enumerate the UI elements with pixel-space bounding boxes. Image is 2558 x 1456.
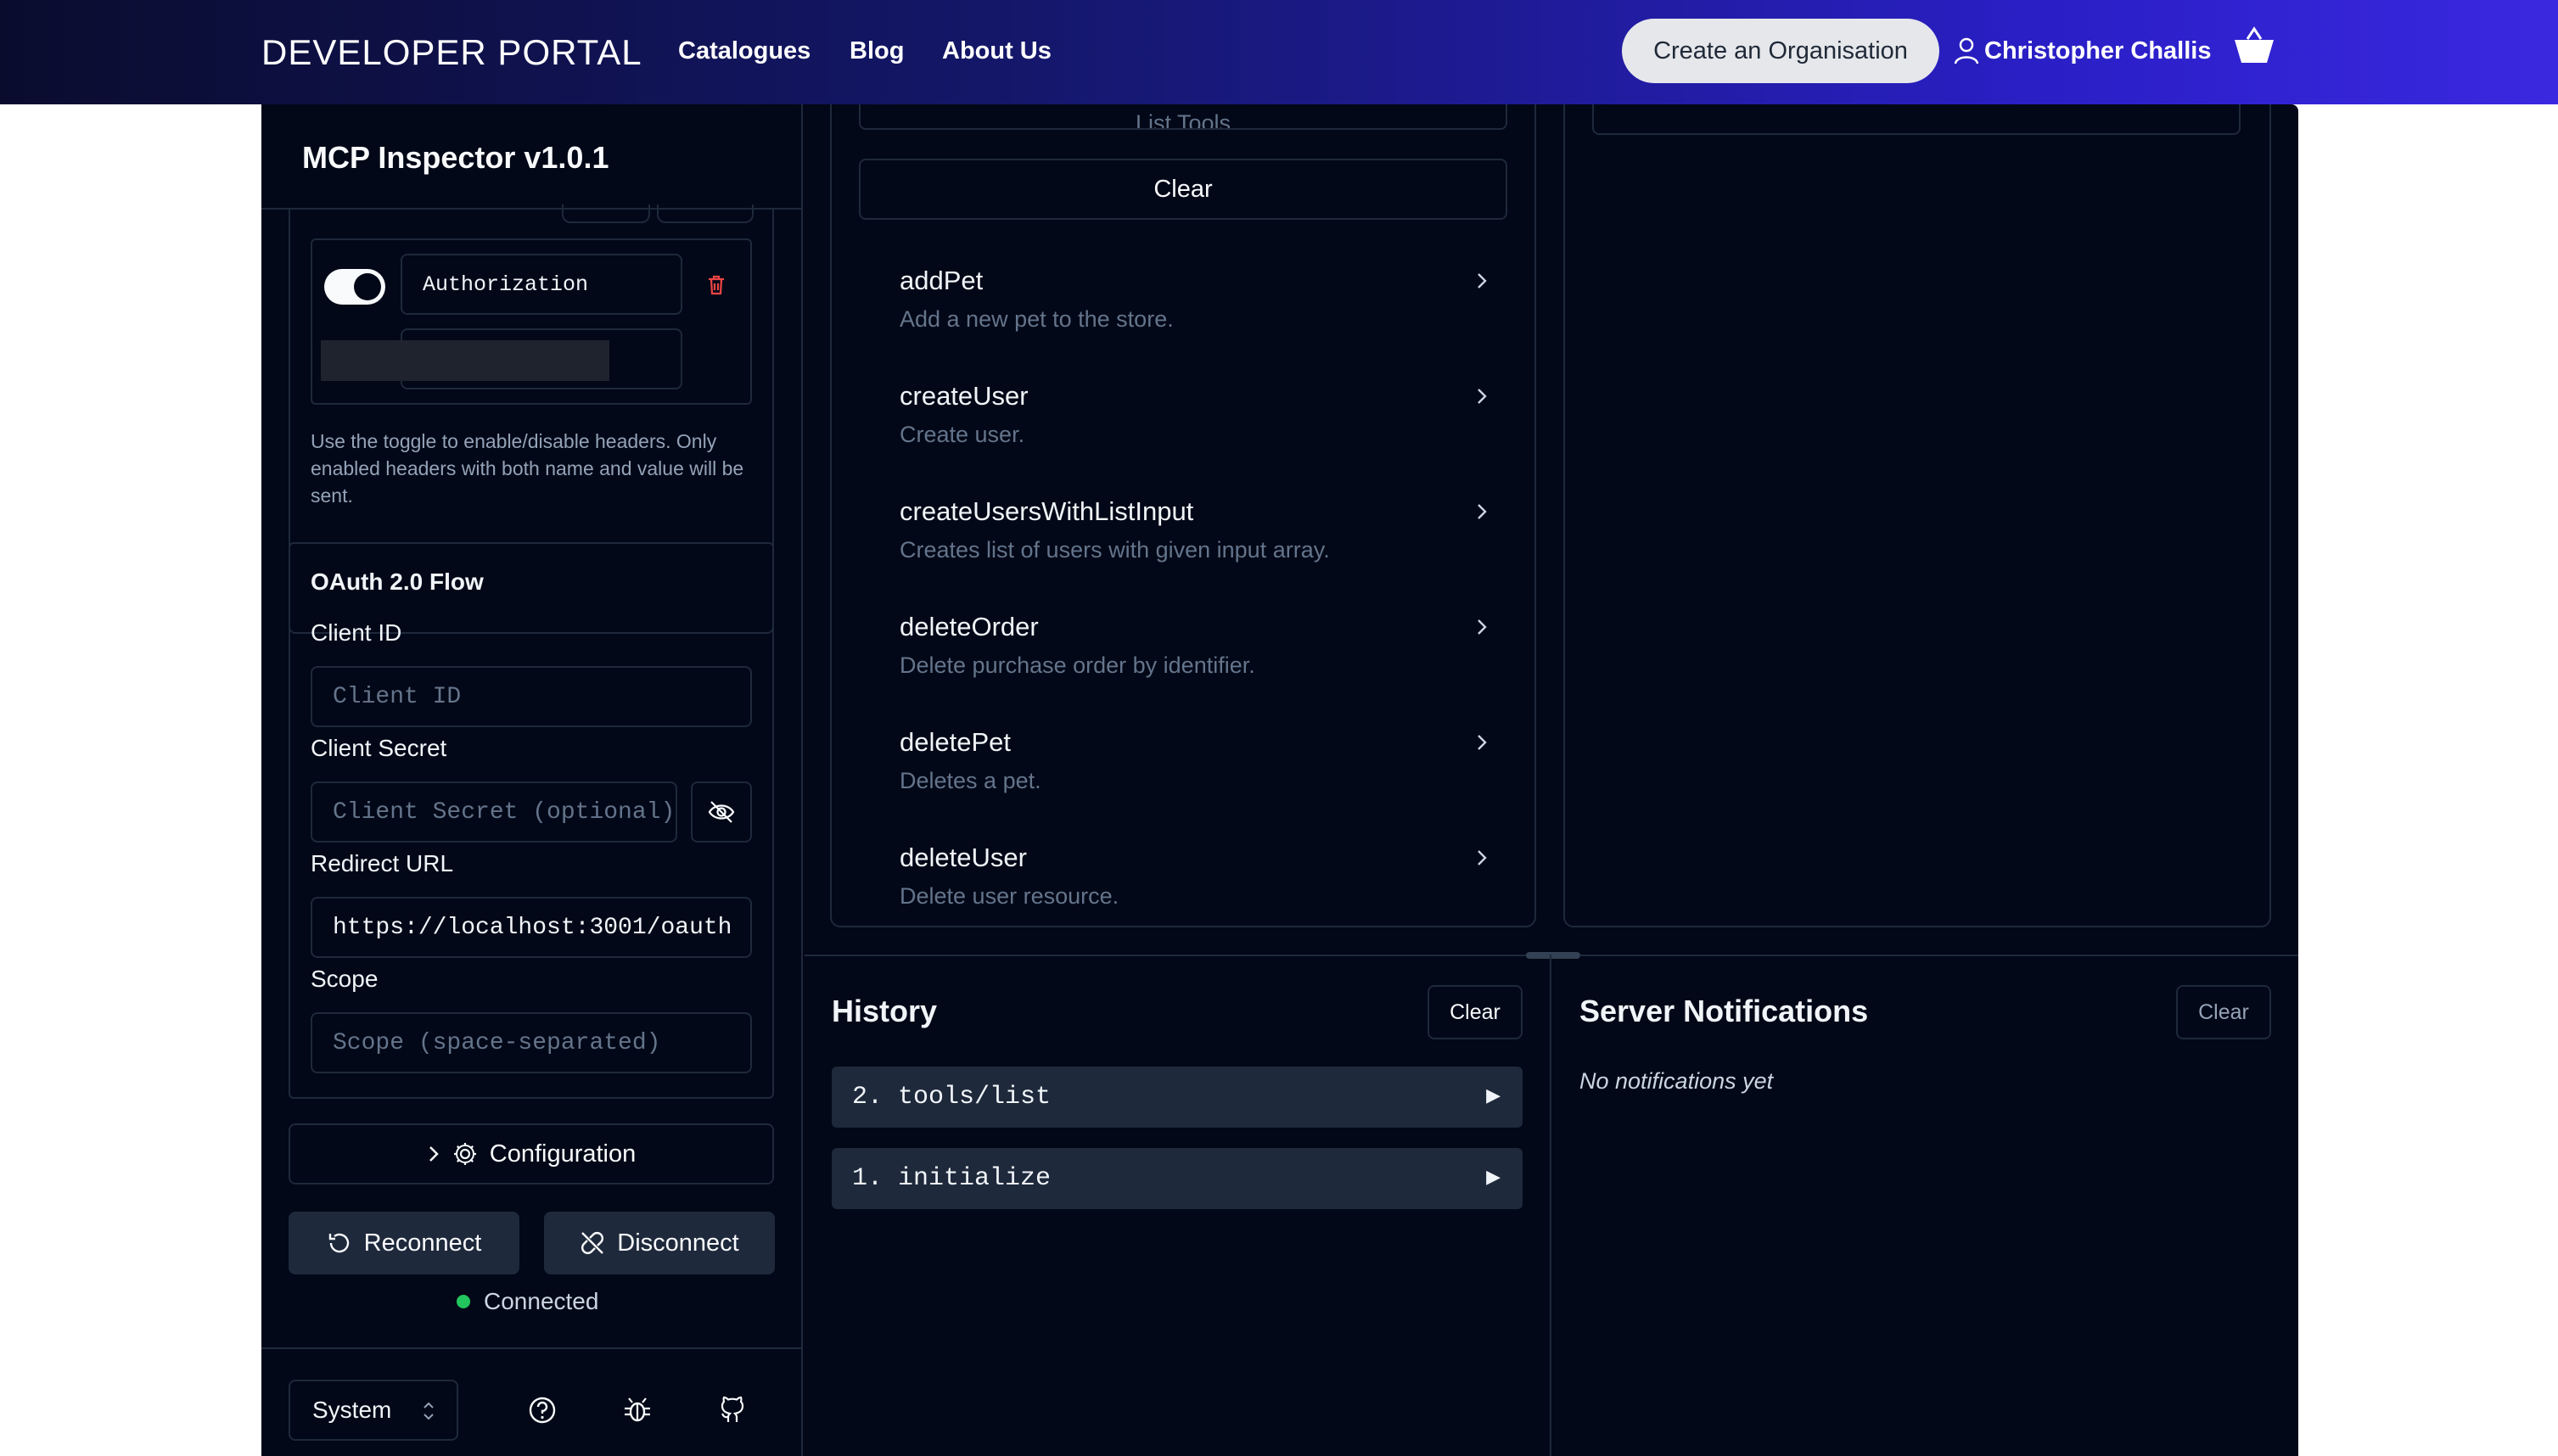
refresh-icon [327, 1230, 352, 1256]
tool-name: addPet [900, 266, 984, 295]
result-input-partial[interactable] [1592, 104, 2241, 135]
toggle-secret-visibility-button[interactable] [691, 781, 752, 843]
headers-hint-text: Use the toggle to enable/disable headers… [311, 430, 744, 507]
chevron-right-icon [1470, 615, 1494, 639]
create-organisation-button[interactable]: Create an Organisation [1622, 19, 1939, 83]
theme-select-value: System [312, 1397, 392, 1423]
reconnect-button[interactable]: Reconnect [289, 1212, 519, 1274]
expand-triangle-icon: ▶ [1486, 1167, 1501, 1188]
mcp-inspector-app: MCP Inspector v1.0.1 Authorization Use t… [261, 104, 2298, 1456]
header-name-input[interactable]: Authorization [401, 254, 682, 315]
status-dot [457, 1295, 470, 1308]
scope-input[interactable]: Scope (space-separated) [311, 1012, 752, 1073]
tool-description: Delete user resource. [900, 883, 1119, 909]
tool-result-panel [1563, 104, 2271, 927]
tool-item-deleteuser[interactable]: deleteUser Delete user resource. [900, 843, 1494, 912]
tool-description: Add a new pet to the store. [900, 306, 1174, 332]
tools-clear-button[interactable]: Clear [859, 159, 1507, 220]
history-item-label: 2. tools/list [852, 1083, 1052, 1112]
tool-name: deleteUser [900, 843, 1027, 872]
theme-select[interactable]: System [289, 1380, 458, 1441]
tool-item-deletepet[interactable]: deletePet Deletes a pet. [900, 727, 1494, 794]
eye-off-icon [708, 800, 735, 824]
scope-label: Scope [311, 966, 379, 992]
configuration-toggle-button[interactable]: Configuration [289, 1123, 774, 1184]
vertical-divider [1550, 955, 1551, 1456]
tool-description: Create user. [900, 422, 1025, 447]
redacted-value-mask [321, 340, 609, 381]
client-id-input[interactable]: Client ID [311, 666, 752, 727]
brand-logo[interactable]: DEVELOPER PORTAL [261, 32, 642, 73]
tool-name: createUser [900, 381, 1029, 411]
app-title: MCP Inspector v1.0.1 [302, 140, 609, 175]
chevron-right-icon [1470, 731, 1494, 754]
header-enable-toggle[interactable] [324, 269, 385, 305]
chevron-right-icon [427, 1145, 440, 1163]
server-notifications-title: Server Notifications [1579, 994, 1869, 1028]
sidebar-footer: System [261, 1347, 801, 1456]
tool-description: Delete purchase order by identifier. [900, 652, 1255, 678]
user-menu[interactable]: Christopher Challis [1954, 32, 2212, 70]
history-item-tools-list[interactable]: 2. tools/list ▶ [832, 1067, 1523, 1128]
user-icon [1954, 37, 1979, 64]
settings-gear-icon [452, 1141, 478, 1167]
unplug-icon [580, 1230, 605, 1256]
chevron-right-icon [1470, 500, 1494, 524]
reconnect-label: Reconnect [363, 1229, 482, 1257]
bug-icon[interactable] [622, 1395, 653, 1425]
notifications-clear-button[interactable]: Clear [2176, 985, 2271, 1039]
expand-triangle-icon: ▶ [1486, 1085, 1501, 1106]
sidebar: MCP Inspector v1.0.1 Authorization Use t… [261, 104, 803, 1456]
nav-link-catalogues[interactable]: Catalogues [678, 37, 811, 65]
history-title: History [832, 994, 938, 1028]
status-text: Connected [484, 1288, 599, 1314]
nav-link-about-us[interactable]: About Us [942, 37, 1052, 65]
tool-name: deletePet [900, 727, 1011, 757]
help-icon[interactable] [527, 1395, 558, 1425]
configuration-label: Configuration [489, 1140, 637, 1168]
disconnect-label: Disconnect [617, 1229, 739, 1257]
trash-icon[interactable] [706, 274, 726, 296]
client-secret-label: Client Secret [311, 735, 447, 761]
user-name: Christopher Challis [1984, 36, 2212, 64]
redirect-url-label: Redirect URL [311, 850, 454, 876]
tool-item-deleteorder[interactable]: deleteOrder Delete purchase order by ide… [900, 612, 1494, 679]
basket-icon[interactable] [2232, 25, 2276, 68]
nav-link-blog[interactable]: Blog [850, 37, 904, 65]
list-tools-label: List Tools [1135, 110, 1231, 130]
tool-item-createuserswithlistinput[interactable]: createUsersWithListInput Creates list of… [900, 496, 1494, 563]
disconnect-button[interactable]: Disconnect [544, 1212, 775, 1274]
chevron-right-icon [1470, 846, 1494, 870]
chevron-right-icon [1470, 269, 1494, 293]
history-clear-button[interactable]: Clear [1428, 985, 1523, 1039]
tool-name: deleteOrder [900, 612, 1039, 641]
tool-description: Creates list of users with given input a… [900, 537, 1330, 563]
top-navigation-bar: DEVELOPER PORTAL Catalogues Blog About U… [0, 0, 2558, 104]
tool-name: createUsersWithListInput [900, 496, 1194, 526]
resize-handle[interactable] [1526, 952, 1580, 959]
tool-item-addpet[interactable]: addPet Add a new pet to the store. [900, 266, 1494, 333]
redirect-url-input[interactable]: https://localhost:3001/oauth [311, 897, 752, 958]
list-tools-button[interactable]: List Tools [859, 104, 1507, 130]
connection-status: Connected [457, 1288, 598, 1315]
chevron-right-icon [1470, 384, 1494, 408]
oauth-title: OAuth 2.0 Flow [311, 568, 484, 595]
history-item-label: 1. initialize [852, 1164, 1052, 1193]
client-id-label: Client ID [311, 619, 402, 646]
tools-panel: List Tools Clear addPet Add a new pet to… [830, 104, 1536, 927]
header-remove-button-partial[interactable] [657, 204, 754, 223]
tool-description: Deletes a pet. [900, 768, 1041, 793]
sidebar-header: MCP Inspector v1.0.1 [261, 104, 801, 223]
github-icon[interactable] [717, 1395, 748, 1425]
chevrons-up-down-icon [423, 1400, 435, 1422]
notifications-empty-text: No notifications yet [1579, 1068, 1774, 1094]
history-item-initialize[interactable]: 1. initialize ▶ [832, 1148, 1523, 1209]
header-add-button-partial[interactable] [562, 204, 650, 223]
tool-item-createuser[interactable]: createUser Create user. [900, 381, 1494, 448]
client-secret-input[interactable]: Client Secret (optional) [311, 781, 677, 843]
